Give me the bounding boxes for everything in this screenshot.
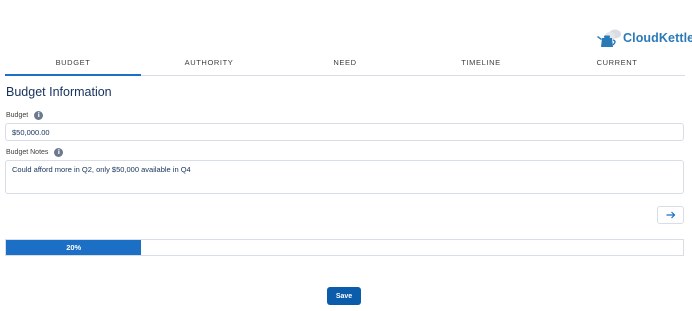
tab-bar: BUDGET AUTHORITY NEED TIMELINE CURRENT [5, 55, 685, 76]
info-icon[interactable]: i [54, 148, 64, 157]
tab-timeline[interactable]: TIMELINE [413, 55, 549, 75]
budget-label-row: Budget i [6, 111, 44, 120]
info-icon[interactable]: i [34, 111, 44, 120]
brand-name: CloudKettle [623, 31, 692, 45]
budget-notes-label-row: Budget Notes i [6, 148, 64, 157]
section-title: Budget Information [6, 85, 112, 99]
tab-budget[interactable]: BUDGET [5, 55, 141, 76]
tab-need[interactable]: NEED [277, 55, 413, 75]
budget-notes-field[interactable]: Could afford more in Q2, only $50,000 av… [5, 160, 684, 194]
budget-label: Budget [6, 112, 29, 119]
tab-current[interactable]: CURRENT [549, 55, 685, 75]
tab-authority[interactable]: AUTHORITY [141, 55, 277, 75]
save-button[interactable]: Save [327, 287, 361, 305]
progress-fill: 20% [6, 240, 142, 255]
brand-logo: CloudKettle [596, 26, 692, 50]
next-button[interactable] [657, 206, 684, 224]
progress-label: 20% [66, 243, 82, 252]
progress-bar: 20% [5, 239, 684, 256]
arrow-right-icon [666, 206, 676, 224]
budget-field[interactable]: $50,000.00 [5, 123, 684, 141]
kettle-icon [596, 27, 622, 49]
budget-notes-label: Budget Notes [6, 149, 49, 156]
